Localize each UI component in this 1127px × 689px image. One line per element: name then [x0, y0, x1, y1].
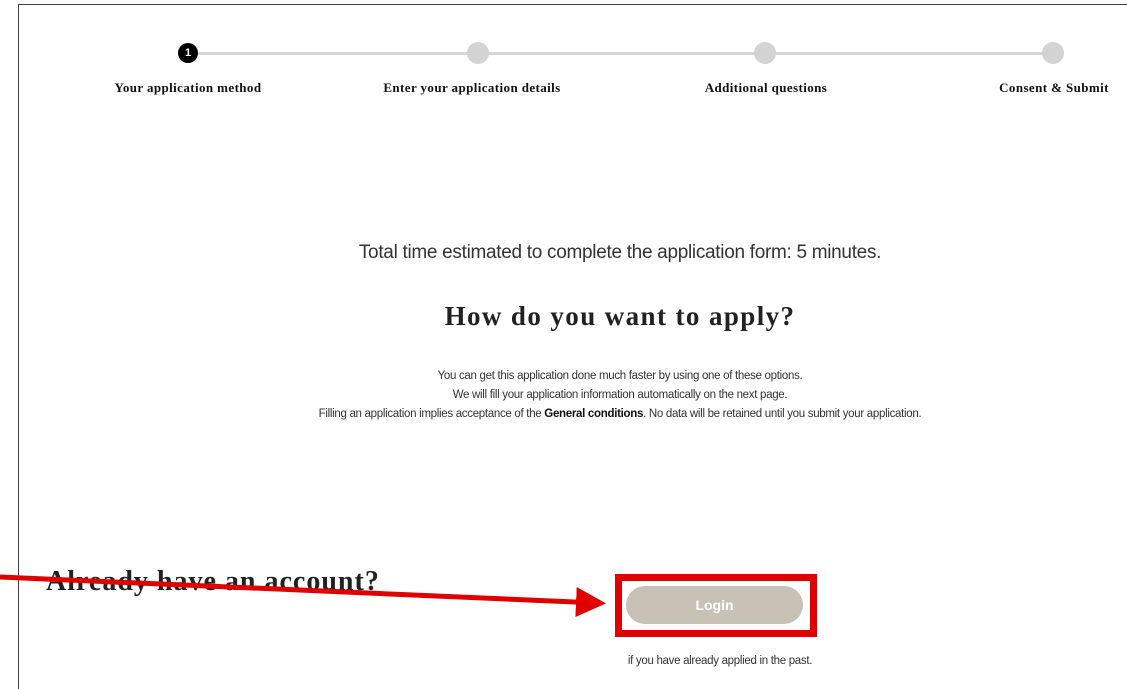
annotation-arrow-icon	[0, 574, 606, 618]
annotation-arrow-line	[0, 574, 606, 618]
